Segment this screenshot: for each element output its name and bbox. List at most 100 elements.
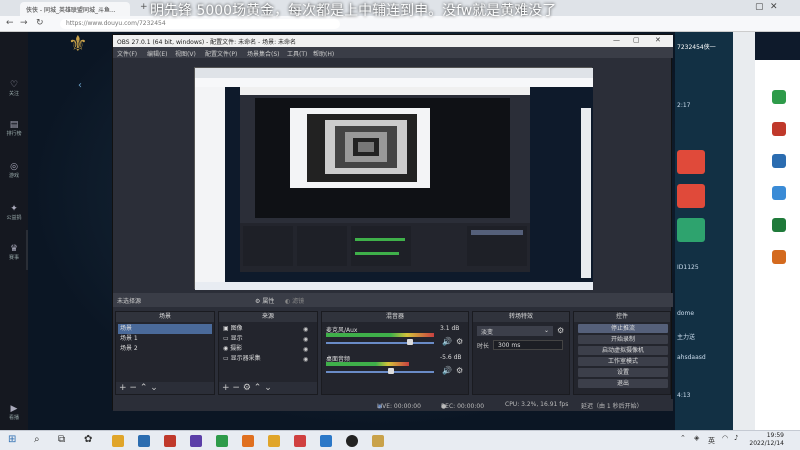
- chevron-down-icon[interactable]: ⌄: [264, 383, 272, 393]
- maximize-icon[interactable]: ▢: [755, 2, 764, 12]
- app-icon[interactable]: [216, 435, 228, 447]
- remove-icon[interactable]: −: [129, 383, 137, 393]
- add-icon[interactable]: +: [119, 383, 127, 393]
- close-icon[interactable]: ✕: [655, 36, 661, 44]
- scene-item[interactable]: 场景 2: [118, 344, 212, 354]
- filters-button[interactable]: ◐ 滤镜: [285, 296, 304, 305]
- menu-view[interactable]: 视图(V): [175, 49, 196, 58]
- netease-music-icon[interactable]: [294, 435, 306, 447]
- system-clock[interactable]: 19:59 2022/12/14: [744, 432, 784, 448]
- settings-button[interactable]: 设置: [578, 368, 668, 377]
- source-item[interactable]: ▭ 显示器采集: [221, 354, 315, 364]
- menu-file[interactable]: 文件(F): [117, 49, 137, 58]
- sidebar-item-follow[interactable]: ♡ 关注: [0, 80, 28, 97]
- windows-start-icon[interactable]: ⊞: [8, 434, 16, 445]
- url-input[interactable]: https://www.douyu.com/7232454: [60, 19, 340, 29]
- no-source-label: 未选择源: [117, 298, 142, 305]
- gift-card[interactable]: [677, 218, 705, 242]
- eye-icon[interactable]: ◉: [303, 326, 308, 333]
- sidebar-item-watch[interactable]: ▶ 看播: [0, 404, 28, 421]
- menu-scene-collection[interactable]: 场景集合(S): [247, 49, 280, 58]
- chevron-down-icon: ⌄: [543, 327, 549, 334]
- controls-dock: 控件 停止推流 开始录制 启动虚拟摄像机 工作室模式 设置 退出: [573, 311, 671, 395]
- forward-icon[interactable]: →: [20, 18, 28, 28]
- chevron-up-icon[interactable]: ⌃: [140, 383, 148, 393]
- virtual-camera-button[interactable]: 启动虚拟摄像机: [578, 346, 668, 355]
- language-indicator[interactable]: 英: [708, 436, 715, 446]
- widgets-icon[interactable]: ✿: [84, 434, 92, 445]
- obs-icon[interactable]: [346, 435, 358, 447]
- speaker-icon[interactable]: 🔊: [442, 337, 452, 346]
- app-icon[interactable]: [772, 218, 786, 232]
- app-icon[interactable]: [772, 90, 786, 104]
- sidebar-item-ranking[interactable]: ▤ 排行榜: [0, 120, 28, 137]
- remove-icon[interactable]: −: [232, 383, 240, 393]
- duration-input[interactable]: 300 ms: [493, 340, 563, 350]
- sidebar-item-events[interactable]: ♛ 赛事: [0, 244, 28, 261]
- app-icon[interactable]: [164, 435, 176, 447]
- chevron-left-icon[interactable]: ‹: [78, 80, 82, 91]
- sidebar-item-games[interactable]: ◎ 游戏: [0, 162, 28, 179]
- tab-douyu[interactable]: 侠侠 - 同城_英雄联盟同城_斗鱼...: [20, 2, 130, 16]
- gear-icon[interactable]: ⚙: [456, 337, 463, 346]
- gear-icon[interactable]: ⚙: [456, 366, 463, 375]
- edge-icon[interactable]: [320, 435, 332, 447]
- transition-select[interactable]: 淡变 ⌄: [477, 326, 553, 336]
- scenes-dock: 场景 场景 场景 1 场景 2 + − ⌃ ⌄: [115, 311, 215, 395]
- app-icon[interactable]: [772, 122, 786, 136]
- app-icon[interactable]: [268, 435, 280, 447]
- obs-preview[interactable]: [194, 67, 593, 290]
- gear-icon[interactable]: ⚙: [243, 383, 251, 393]
- search-icon[interactable]: ⌕: [34, 434, 40, 445]
- chevron-up-icon[interactable]: ⌃: [254, 383, 262, 393]
- gift-card[interactable]: [677, 184, 705, 208]
- chevron-down-icon[interactable]: ⌄: [150, 383, 158, 393]
- menu-tools[interactable]: 工具(T): [287, 49, 307, 58]
- gear-icon: ⚙: [255, 298, 261, 305]
- maximize-icon[interactable]: ▢: [633, 36, 640, 44]
- app-icon[interactable]: [138, 435, 150, 447]
- task-view-icon[interactable]: ⧉: [58, 434, 65, 445]
- app-icon[interactable]: [190, 435, 202, 447]
- menu-profile[interactable]: 配置文件(P): [205, 49, 237, 58]
- source-item[interactable]: ▭ 显示: [221, 334, 315, 344]
- speaker-icon[interactable]: 🔊: [442, 366, 452, 375]
- back-icon[interactable]: ←: [6, 18, 14, 28]
- app-icon[interactable]: [242, 435, 254, 447]
- studio-mode-button[interactable]: 工作室模式: [578, 357, 668, 366]
- menu-edit[interactable]: 编辑(E): [147, 49, 167, 58]
- eye-icon[interactable]: ◉: [303, 346, 308, 353]
- volume-slider-knob[interactable]: [407, 339, 414, 345]
- sidebar-item-charity[interactable]: ✦ 公益捐: [0, 204, 28, 221]
- stop-streaming-button[interactable]: 停止推流: [578, 324, 668, 333]
- transitions-header: 转场特效: [473, 312, 569, 322]
- volume-slider[interactable]: [326, 342, 434, 344]
- close-icon[interactable]: ✕: [770, 2, 778, 12]
- gift-card[interactable]: [677, 150, 705, 174]
- gear-icon[interactable]: ⚙: [557, 326, 564, 335]
- wifi-icon[interactable]: ◠: [722, 434, 728, 442]
- app-icon[interactable]: [772, 186, 786, 200]
- exit-button[interactable]: 退出: [578, 379, 668, 388]
- menu-help[interactable]: 帮助(H): [313, 49, 334, 58]
- add-icon[interactable]: +: [222, 383, 230, 393]
- minimize-icon[interactable]: —: [613, 36, 620, 44]
- scene-item[interactable]: 场景 1: [118, 334, 212, 344]
- source-item[interactable]: ▣ 图像: [221, 324, 315, 334]
- app-icon[interactable]: [772, 250, 786, 264]
- tray-chevron-icon[interactable]: ⌃: [680, 434, 686, 442]
- app-icon[interactable]: [772, 154, 786, 168]
- file-explorer-icon[interactable]: [112, 435, 124, 447]
- volume-slider[interactable]: [326, 371, 434, 373]
- eye-icon[interactable]: ◉: [303, 336, 308, 343]
- scene-item[interactable]: 场景: [118, 324, 212, 334]
- network-icon[interactable]: ◈: [694, 434, 699, 442]
- league-icon[interactable]: [372, 435, 384, 447]
- volume-slider-knob[interactable]: [387, 368, 394, 374]
- volume-icon[interactable]: ♪: [734, 434, 738, 442]
- eye-icon[interactable]: ◉: [303, 356, 308, 363]
- properties-button[interactable]: ⚙ 属性: [255, 296, 274, 305]
- source-item[interactable]: ◉ 摄影: [221, 344, 315, 354]
- refresh-icon[interactable]: ↻: [36, 18, 44, 28]
- start-recording-button[interactable]: 开始录制: [578, 335, 668, 344]
